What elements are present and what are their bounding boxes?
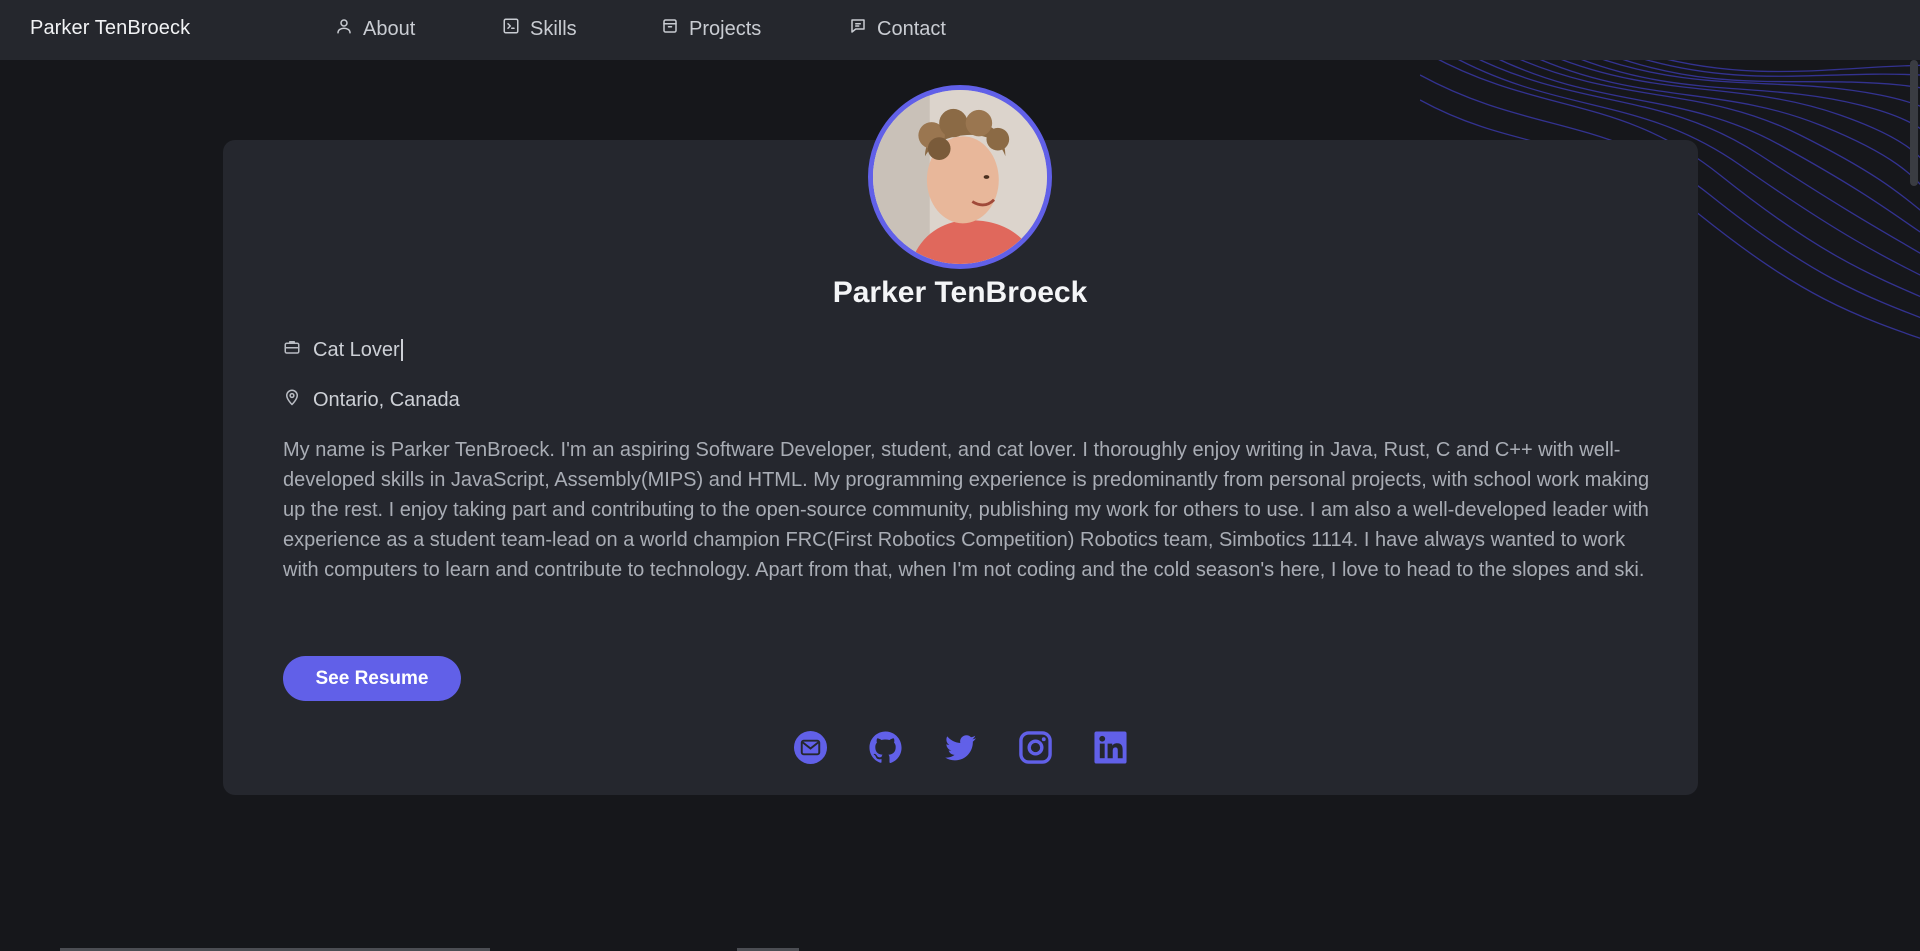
top-navbar: Parker TenBroeck About Skills Projects C…	[0, 0, 1920, 60]
scrollbar-track[interactable]	[1908, 60, 1920, 951]
typing-caret	[400, 339, 403, 362]
nav-item-projects[interactable]: Projects	[661, 17, 761, 41]
avatar	[868, 85, 1052, 269]
nav-item-skills[interactable]: Skills	[502, 17, 577, 41]
message-icon	[849, 17, 867, 41]
terminal-icon	[502, 17, 520, 41]
profile-title-line: Cat Lover	[283, 338, 403, 362]
nav-label-skills: Skills	[530, 17, 577, 40]
avatar-photo	[873, 90, 1047, 264]
user-icon	[335, 17, 353, 41]
nav-item-contact[interactable]: Contact	[849, 17, 946, 41]
profile-title: Cat Lover	[313, 338, 400, 361]
profile-location: Ontario, Canada	[313, 388, 460, 411]
profile-bio: My name is Parker TenBroeck. I'm an aspi…	[283, 439, 1650, 581]
scrollbar-thumb[interactable]	[1910, 60, 1918, 186]
map-pin-icon	[283, 388, 301, 412]
twitter-icon[interactable]	[943, 730, 978, 765]
site-brand[interactable]: Parker TenBroeck	[30, 17, 190, 40]
briefcase-icon	[283, 338, 301, 362]
profile-name: Parker TenBroeck	[832, 276, 1088, 309]
instagram-icon[interactable]	[1018, 730, 1053, 765]
nav-item-about[interactable]: About	[335, 17, 415, 41]
mail-icon[interactable]	[793, 730, 828, 765]
nav-label-projects: Projects	[689, 17, 762, 40]
profile-location-line: Ontario, Canada	[283, 388, 460, 412]
archive-icon	[661, 17, 679, 41]
github-icon[interactable]	[868, 730, 903, 765]
linkedin-icon[interactable]	[1093, 730, 1128, 765]
see-resume-button[interactable]: See Resume	[283, 656, 461, 701]
nav-label-contact: Contact	[877, 17, 946, 40]
social-links	[793, 730, 1128, 765]
nav-label-about: About	[363, 17, 416, 40]
